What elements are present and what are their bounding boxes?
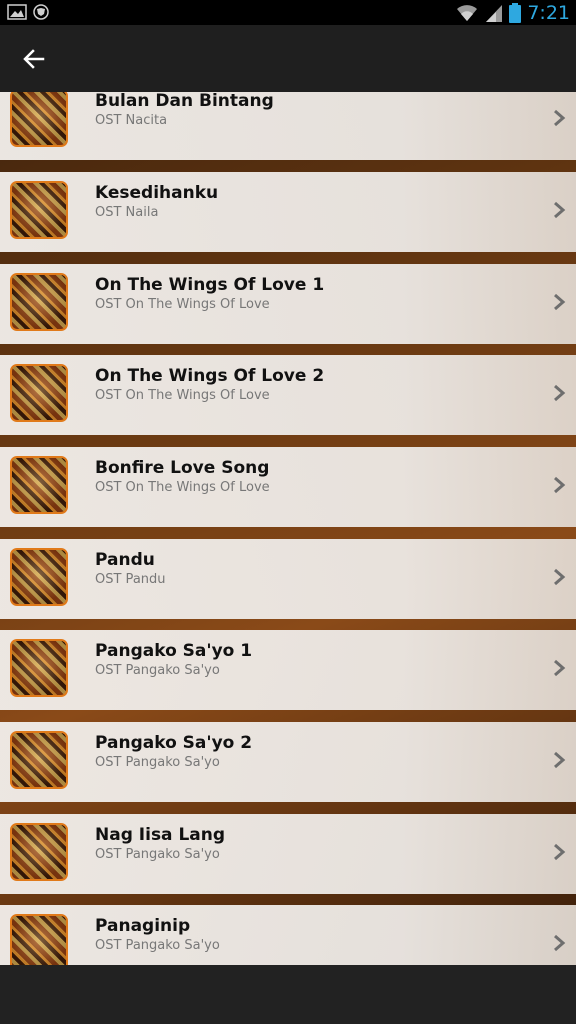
- chevron-right-icon: [554, 751, 566, 769]
- album-art-icon: [10, 914, 68, 965]
- song-title: Nag Iisa Lang: [95, 825, 226, 845]
- song-title: Kesedihanku: [95, 183, 219, 203]
- list-item[interactable]: On The Wings Of Love 1 OST On The Wings O…: [0, 264, 576, 344]
- chevron-right-icon: [554, 843, 566, 861]
- list-item[interactable]: Bulan Dan Bintang OST Nacita: [0, 92, 576, 160]
- album-art-icon: [10, 456, 68, 514]
- chevron-right-icon: [554, 293, 566, 311]
- song-subtitle: OST On The Wings Of Love: [95, 480, 270, 495]
- back-arrow-icon: [23, 49, 45, 69]
- song-title: Panaginip: [95, 916, 191, 936]
- list-item[interactable]: Pangako Sa'yo 2 OST Pangako Sa'yo: [0, 722, 576, 802]
- chevron-right-icon: [554, 476, 566, 494]
- system-icons: 7:21: [455, 2, 570, 24]
- bottom-bar: [0, 965, 576, 1024]
- list-item[interactable]: On The Wings Of Love 2 OST On The Wings O…: [0, 355, 576, 435]
- album-art-icon: [10, 731, 68, 789]
- song-subtitle: OST Nacita: [95, 113, 168, 128]
- album-art-icon: [10, 181, 68, 239]
- album-art-icon: [10, 639, 68, 697]
- song-subtitle: OST Pangako Sa'yo: [95, 938, 220, 953]
- album-art-icon: [10, 823, 68, 881]
- back-button[interactable]: [14, 39, 54, 79]
- chevron-right-icon: [554, 109, 566, 127]
- wifi-icon: [457, 5, 478, 21]
- album-art-icon: [10, 364, 68, 422]
- album-art-icon: [10, 92, 68, 147]
- song-subtitle: OST Pandu: [95, 572, 166, 587]
- list-item[interactable]: Pangako Sa'yo 1 OST Pangako Sa'yo: [0, 630, 576, 710]
- battery-icon: [509, 3, 522, 23]
- song-title: Bonfire Love Song: [95, 458, 270, 478]
- chevron-right-icon: [554, 201, 566, 219]
- song-list[interactable]: Bulan Dan Bintang OST Nacita Kesedihanku OS…: [0, 92, 576, 965]
- song-subtitle: OST Naila: [95, 205, 159, 220]
- signal-icon: [486, 5, 503, 22]
- shield-icon: [33, 4, 49, 20]
- song-title: On The Wings Of Love 1: [95, 275, 325, 295]
- image-icon: [7, 4, 27, 20]
- song-title: On The Wings Of Love 2: [95, 366, 325, 386]
- list-item[interactable]: Nag Iisa Lang OST Pangako Sa'yo: [0, 814, 576, 894]
- chevron-right-icon: [554, 659, 566, 677]
- song-subtitle: OST Pangako Sa'yo: [95, 663, 220, 678]
- song-title: Pangako Sa'yo 2: [95, 733, 253, 753]
- song-subtitle: OST Pangako Sa'yo: [95, 755, 220, 770]
- status-bar: 7:21: [0, 0, 576, 25]
- chevron-right-icon: [554, 934, 566, 952]
- song-title: Bulan Dan Bintang: [95, 92, 274, 111]
- song-title: Pandu: [95, 550, 155, 570]
- list-item[interactable]: Bonfire Love Song OST On The Wings Of Lov…: [0, 447, 576, 527]
- chevron-right-icon: [554, 384, 566, 402]
- chevron-right-icon: [554, 568, 566, 586]
- song-subtitle: OST Pangako Sa'yo: [95, 847, 220, 862]
- album-art-icon: [10, 548, 68, 606]
- song-subtitle: OST On The Wings Of Love: [95, 297, 270, 312]
- clock: 7:21: [527, 2, 570, 24]
- app-bar: [0, 25, 576, 92]
- list-item[interactable]: Panaginip OST Pangako Sa'yo: [0, 905, 576, 965]
- song-subtitle: OST On The Wings Of Love: [95, 388, 270, 403]
- list-item[interactable]: Pandu OST Pandu: [0, 539, 576, 619]
- list-item[interactable]: Kesedihanku OST Naila: [0, 172, 576, 252]
- album-art-icon: [10, 273, 68, 331]
- notification-icons: [7, 4, 51, 20]
- song-title: Pangako Sa'yo 1: [95, 641, 253, 661]
